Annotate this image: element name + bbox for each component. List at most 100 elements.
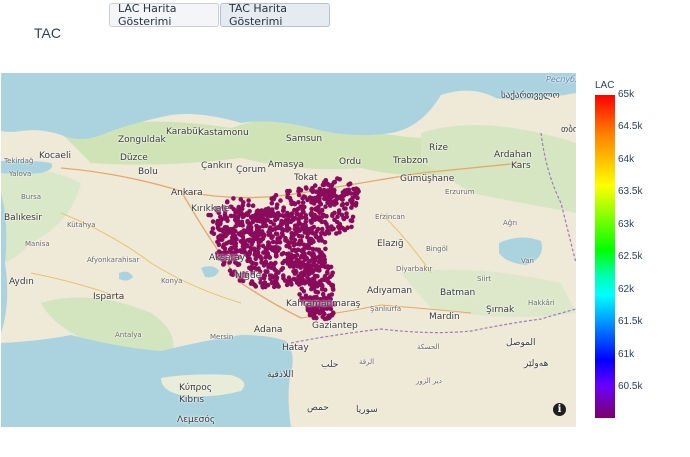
data-point[interactable] <box>274 202 280 207</box>
data-point[interactable] <box>260 236 266 242</box>
data-point[interactable] <box>223 233 228 239</box>
data-point[interactable] <box>278 198 283 203</box>
data-point[interactable] <box>292 253 297 259</box>
data-point[interactable] <box>321 187 327 193</box>
data-point[interactable] <box>311 309 317 314</box>
data-point[interactable] <box>327 197 333 202</box>
data-point[interactable] <box>266 232 272 238</box>
data-point[interactable] <box>286 242 291 248</box>
data-point[interactable] <box>312 183 318 188</box>
data-point[interactable] <box>211 231 217 236</box>
data-point[interactable] <box>261 281 267 286</box>
data-point[interactable] <box>254 209 260 214</box>
data-point[interactable] <box>309 263 315 268</box>
data-point[interactable] <box>319 287 325 292</box>
data-point[interactable] <box>256 240 262 245</box>
data-point[interactable] <box>296 220 302 225</box>
data-point[interactable] <box>235 220 240 225</box>
data-point[interactable] <box>353 203 359 208</box>
data-point[interactable] <box>311 224 317 230</box>
data-point[interactable] <box>311 239 316 244</box>
data-point[interactable] <box>336 224 341 229</box>
data-point[interactable] <box>310 230 316 236</box>
data-point[interactable] <box>332 217 337 223</box>
data-point[interactable] <box>319 252 324 258</box>
data-point[interactable] <box>298 238 304 243</box>
data-point[interactable] <box>281 205 287 210</box>
data-point[interactable] <box>296 200 301 205</box>
data-point[interactable] <box>315 226 321 232</box>
data-point[interactable] <box>330 283 336 288</box>
data-point[interactable] <box>340 197 345 202</box>
data-point[interactable] <box>327 274 333 279</box>
data-point[interactable] <box>336 210 342 216</box>
data-point[interactable] <box>253 284 259 289</box>
data-point[interactable] <box>246 198 251 203</box>
data-point[interactable] <box>215 239 220 245</box>
data-point[interactable] <box>274 231 280 237</box>
data-point[interactable] <box>318 235 323 240</box>
data-point[interactable] <box>228 213 234 219</box>
data-point[interactable] <box>331 180 337 185</box>
data-point[interactable] <box>303 185 309 190</box>
data-point[interactable] <box>248 281 254 286</box>
data-point[interactable] <box>314 247 319 252</box>
data-point[interactable] <box>229 204 234 210</box>
data-point[interactable] <box>337 230 342 235</box>
data-point[interactable] <box>300 222 305 228</box>
data-point[interactable] <box>303 267 308 272</box>
data-point[interactable] <box>300 248 306 254</box>
data-point[interactable] <box>268 219 274 225</box>
data-point[interactable] <box>245 220 250 225</box>
data-point[interactable] <box>279 251 285 257</box>
data-point[interactable] <box>235 262 241 267</box>
data-point[interactable] <box>344 201 350 207</box>
data-point[interactable] <box>307 279 313 285</box>
data-point[interactable] <box>320 291 326 297</box>
data-point[interactable] <box>225 218 230 224</box>
data-point[interactable] <box>285 210 290 216</box>
data-point[interactable] <box>312 273 318 279</box>
data-point[interactable] <box>280 260 286 266</box>
map-view[interactable]: Kocaeli Düzce Zonguldak Karabük Kastamon… <box>1 73 576 427</box>
data-point[interactable] <box>328 184 334 189</box>
data-point[interactable] <box>292 207 297 213</box>
data-point[interactable] <box>247 265 252 271</box>
data-point[interactable] <box>322 192 327 198</box>
data-point[interactable] <box>327 203 333 208</box>
data-point[interactable] <box>339 202 345 208</box>
data-point[interactable] <box>255 250 261 255</box>
data-point[interactable] <box>314 214 319 219</box>
data-point[interactable] <box>253 256 258 261</box>
data-point[interactable] <box>250 233 256 239</box>
data-point[interactable] <box>324 221 329 227</box>
data-point[interactable] <box>319 277 325 283</box>
data-point[interactable] <box>285 194 290 200</box>
data-point[interactable] <box>236 207 241 212</box>
data-point[interactable] <box>302 204 307 210</box>
data-point[interactable] <box>318 281 324 287</box>
data-point[interactable] <box>349 218 355 224</box>
data-point[interactable] <box>314 196 320 201</box>
data-point[interactable] <box>244 211 250 216</box>
data-point[interactable] <box>330 270 336 276</box>
data-point[interactable] <box>289 230 295 236</box>
data-point[interactable] <box>304 256 309 261</box>
data-point[interactable] <box>294 211 300 217</box>
data-point[interactable] <box>289 201 294 207</box>
data-point[interactable] <box>325 264 331 269</box>
data-point[interactable] <box>269 280 275 285</box>
data-point[interactable] <box>296 188 301 194</box>
data-point[interactable] <box>247 251 252 257</box>
data-point[interactable] <box>343 206 348 211</box>
data-point[interactable] <box>249 260 254 265</box>
data-point[interactable] <box>355 195 360 201</box>
data-point[interactable] <box>218 233 223 238</box>
data-point[interactable] <box>259 210 265 215</box>
data-point[interactable] <box>267 243 272 249</box>
data-point[interactable] <box>241 228 247 234</box>
data-point[interactable] <box>258 254 263 259</box>
data-point[interactable] <box>274 240 280 245</box>
data-point[interactable] <box>330 211 335 217</box>
data-point[interactable] <box>349 205 354 210</box>
